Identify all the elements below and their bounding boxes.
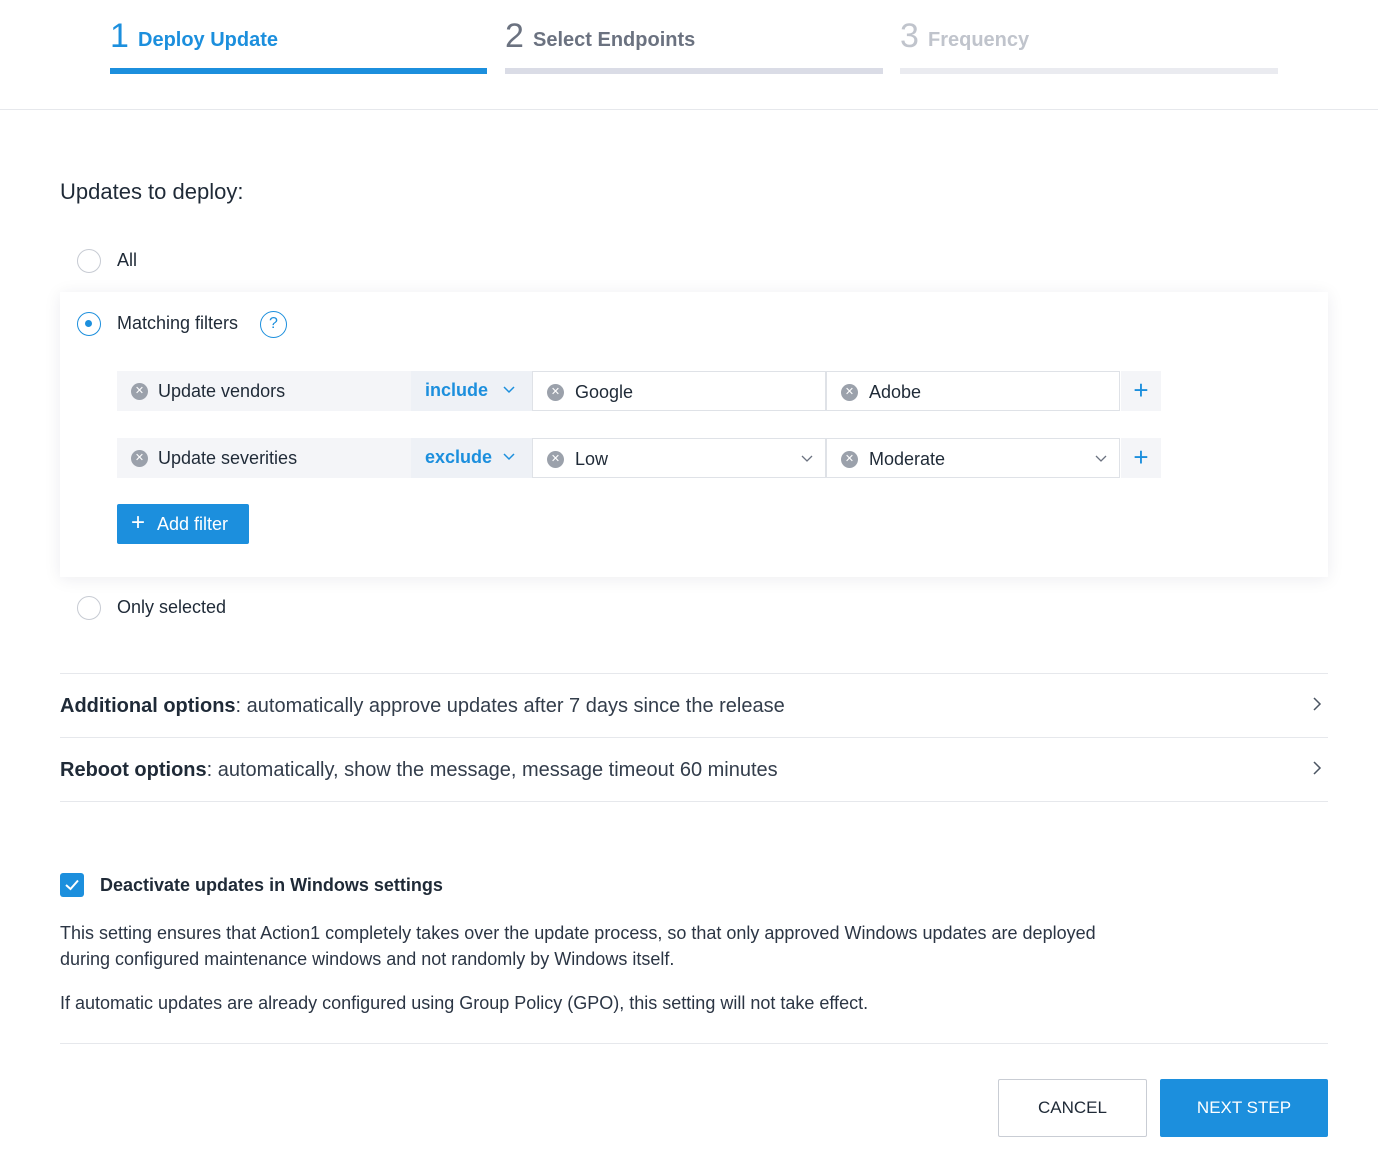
cancel-button[interactable]: CANCEL [998,1079,1147,1137]
chevron-down-icon [503,386,515,394]
filter-name: ✕ Update vendors [117,371,411,411]
filter-operator-dropdown[interactable]: include [411,371,532,411]
matching-filters-panel [60,292,1328,577]
chevron-down-icon [1095,455,1107,462]
filter-operator-label: exclude [425,447,493,467]
reboot-options-summary: : automatically, show the message, messa… [206,759,778,781]
step-select-endpoints[interactable]: 2 Select Endpoints [505,14,883,74]
deactivate-description: This setting ensures that Action1 comple… [60,923,1096,969]
filter-operator-dropdown[interactable]: exclude [411,438,532,478]
add-value-button[interactable]: + [1121,371,1161,411]
step-number: 3 [900,17,919,55]
step-label: Frequency [928,29,1030,51]
next-step-button[interactable]: NEXT STEP [1160,1079,1328,1137]
filter-value-select[interactable]: ✕ Moderate [826,438,1120,478]
additional-options-row[interactable]: Additional options: automatically approv… [60,673,1328,737]
wizard-stepper: 1 Deploy Update 2 Select Endpoints 3 Fre… [0,0,1378,110]
filter-row-vendors: ✕ Update vendors include ✕ Google ✕ Adob… [117,371,1161,411]
filter-value-label: Google [575,382,634,402]
additional-options-label: Additional options [60,695,236,717]
filter-value-label: Adobe [869,382,922,402]
radio-all[interactable] [77,249,101,273]
step-frequency[interactable]: 3 Frequency [900,14,1278,74]
filter-value-label: Moderate [869,449,946,469]
step-number: 1 [110,17,129,55]
filter-operator-label: include [425,380,489,400]
step-label: Deploy Update [138,29,279,51]
reboot-options-label: Reboot options [60,759,207,781]
remove-filter-icon[interactable]: ✕ [131,450,148,467]
deactivate-windows-updates-label[interactable]: Deactivate updates in Windows settings [100,874,443,896]
filter-value-select[interactable]: ✕ Low [532,438,826,478]
radio-all-label[interactable]: All [117,249,137,271]
step-number: 2 [505,17,524,55]
divider [60,801,1328,802]
remove-value-icon[interactable]: ✕ [547,451,564,468]
step-progress-bar [505,68,883,74]
step-label: Select Endpoints [533,29,696,51]
chevron-right-icon [1313,761,1322,775]
filter-value-chip[interactable]: ✕ Google [532,371,826,411]
remove-filter-icon[interactable]: ✕ [131,383,148,400]
reboot-options-text: Reboot options: automatically, show the … [60,757,778,783]
plus-icon: + [131,509,146,536]
help-icon[interactable]: ? [260,311,287,338]
additional-options-text: Additional options: automatically approv… [60,693,785,719]
radio-only-selected[interactable] [77,596,101,620]
reboot-options-row[interactable]: Reboot options: automatically, show the … [60,737,1328,801]
add-filter-button[interactable]: + Add filter [117,504,249,544]
section-title: Updates to deploy: [60,179,244,204]
remove-value-icon[interactable]: ✕ [841,451,858,468]
filter-row-severities: ✕ Update severities exclude ✕ Low ✕ Mode… [117,438,1161,478]
step-progress-bar [110,68,487,74]
chevron-down-icon [503,453,515,461]
radio-matching-filters-label[interactable]: Matching filters [117,312,238,334]
check-icon [65,879,79,891]
remove-value-icon[interactable]: ✕ [841,384,858,401]
filter-name: ✕ Update severities [117,438,411,478]
filter-name-label: Update vendors [158,381,286,401]
remove-value-icon[interactable]: ✕ [547,384,564,401]
additional-options-summary: : automatically approve updates after 7 … [235,695,785,717]
radio-matching-filters[interactable] [77,312,101,336]
step-deploy-update[interactable]: 1 Deploy Update [110,14,487,74]
chevron-down-icon [801,455,813,462]
gpo-note: If automatic updates are already configu… [60,993,869,1013]
chevron-right-icon [1313,697,1322,711]
step-progress-bar [900,68,1278,74]
add-value-button[interactable]: + [1121,438,1161,478]
divider [60,1043,1328,1044]
filter-value-chip[interactable]: ✕ Adobe [826,371,1120,411]
filter-name-label: Update severities [158,448,298,468]
filter-value-label: Low [575,449,609,469]
add-filter-label: Add filter [157,514,229,534]
deactivate-windows-updates-checkbox[interactable] [60,873,84,897]
radio-only-selected-label[interactable]: Only selected [117,596,226,618]
